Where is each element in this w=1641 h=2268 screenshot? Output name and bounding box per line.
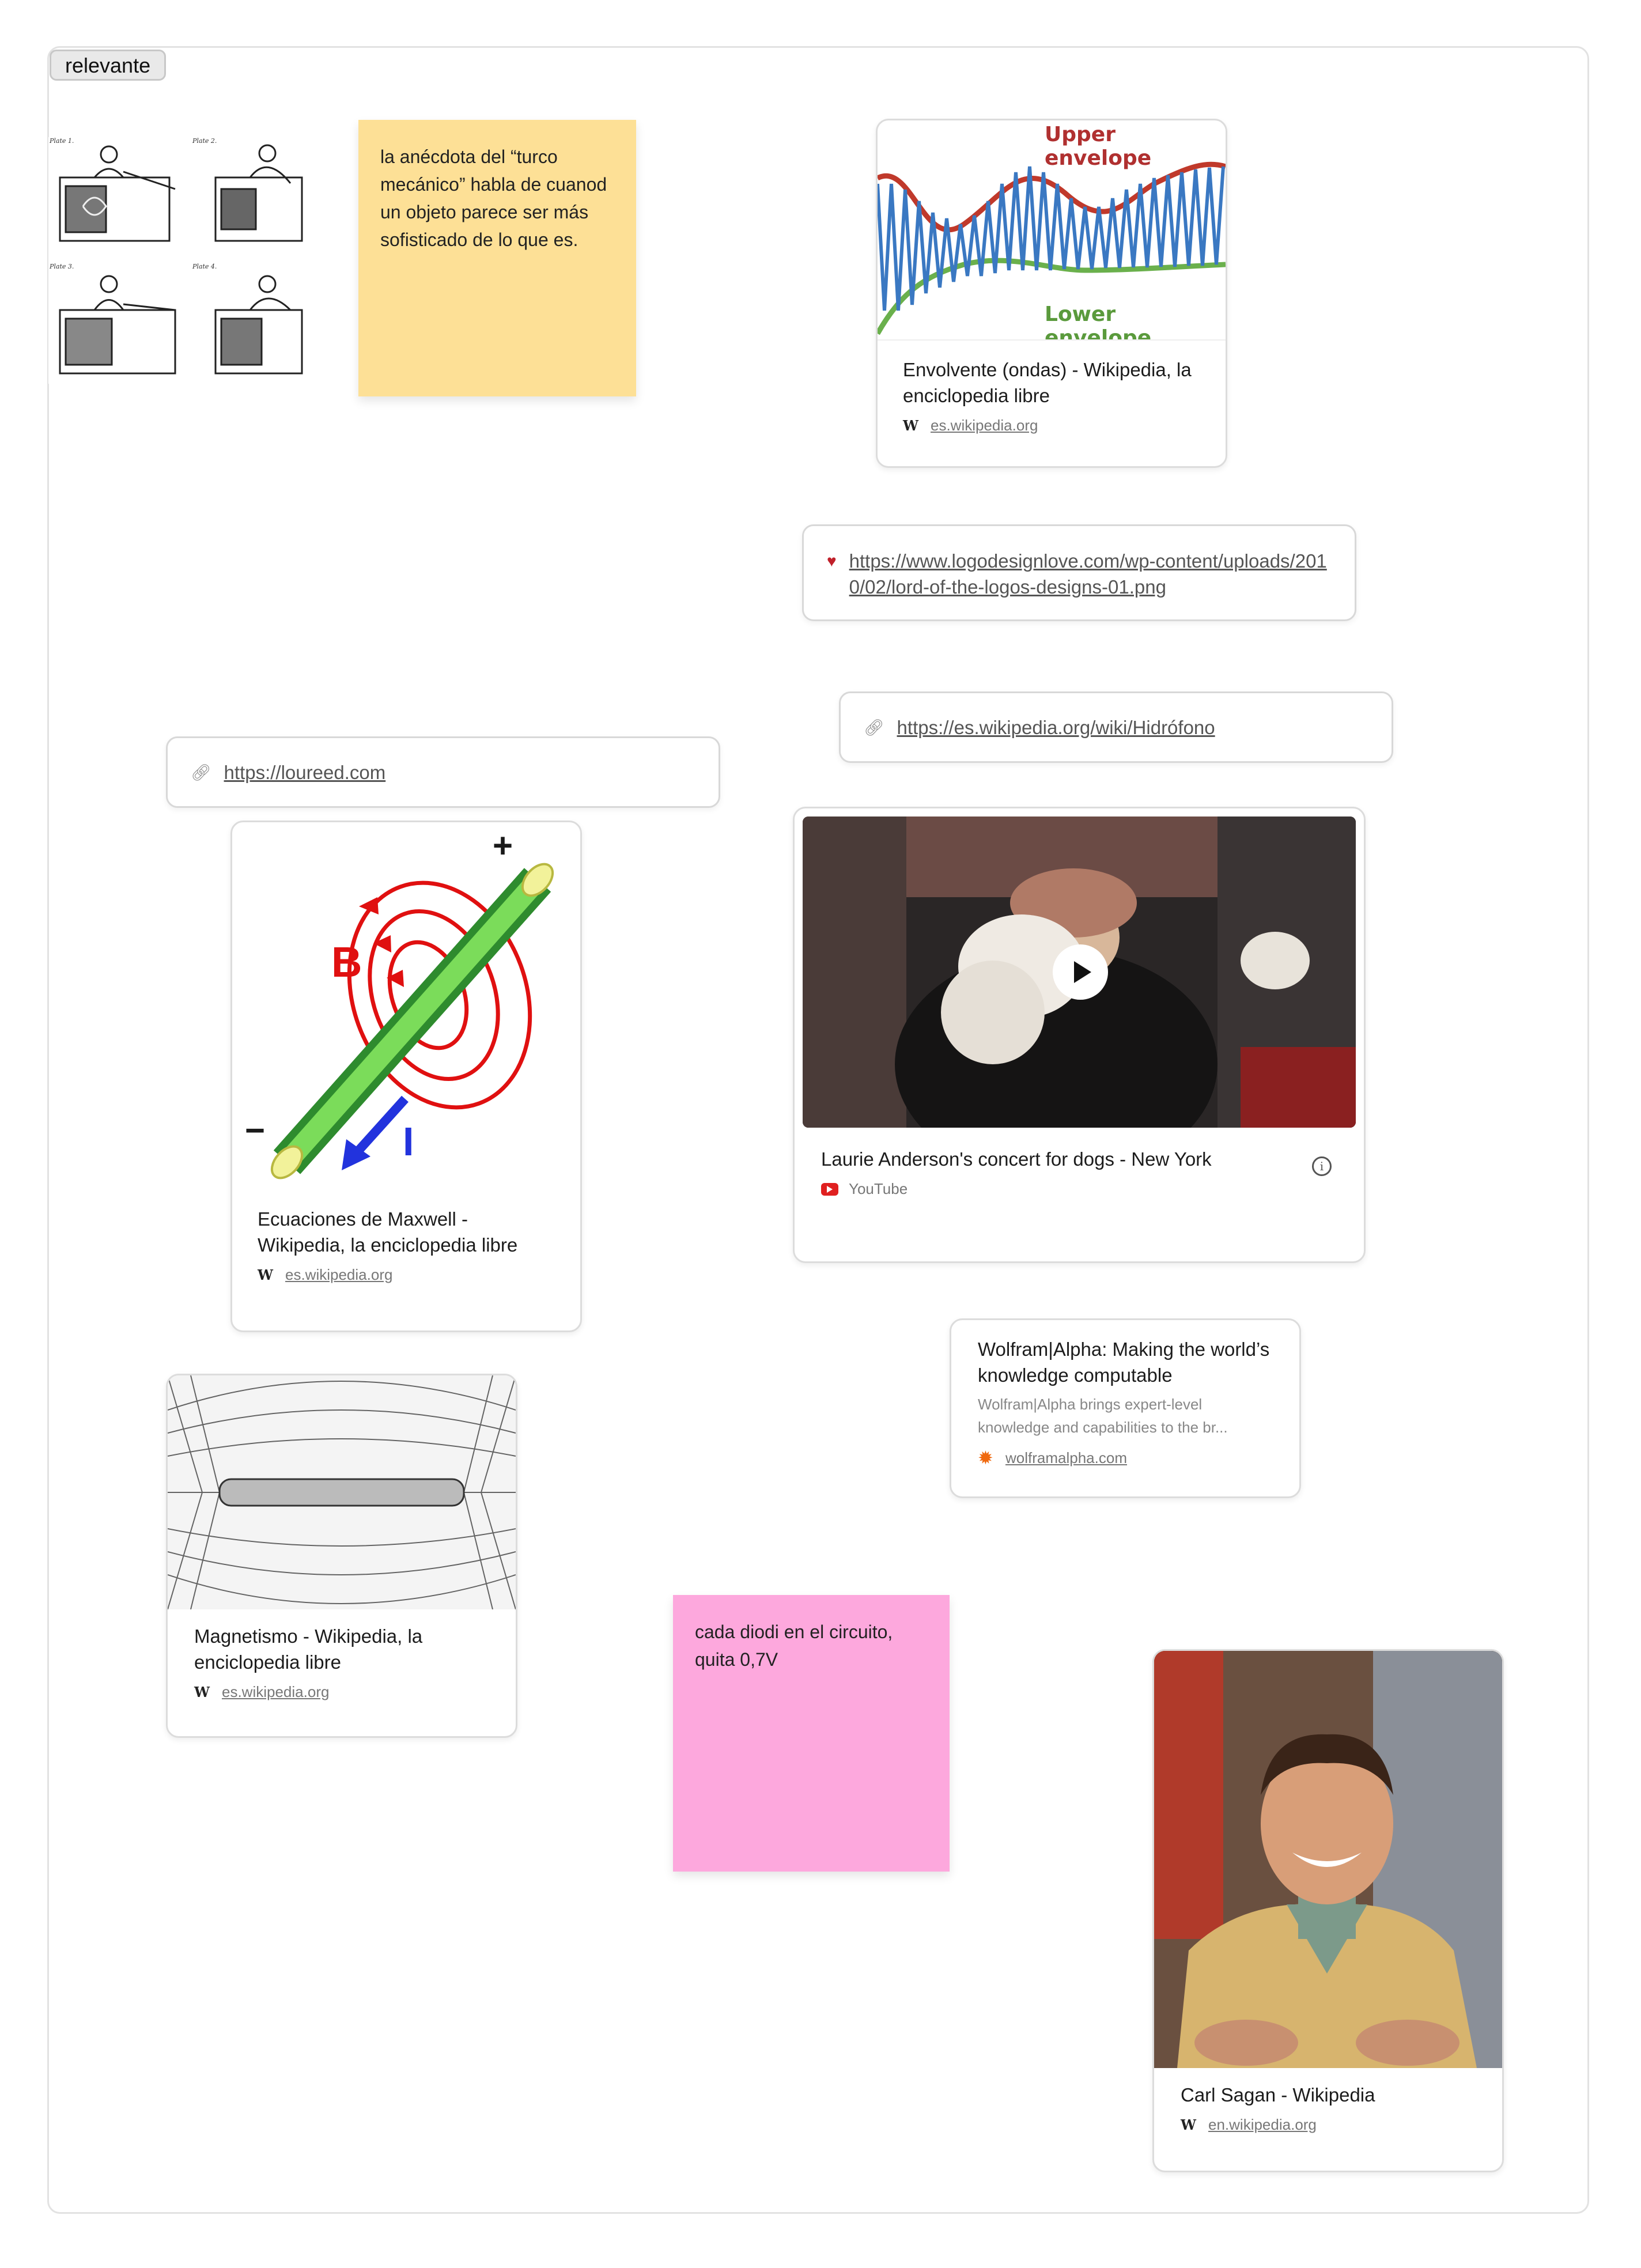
info-icon[interactable]: i (1312, 1156, 1332, 1176)
iron-filings (168, 1375, 516, 1609)
note-text: cada diodi en el circuito, quita 0,7V (695, 1621, 893, 1670)
frame-label[interactable]: relevante (50, 50, 167, 81)
link-url[interactable]: https://loureed.com (224, 759, 386, 785)
link-card-maxwell[interactable]: + − B I Ecuaciones de Maxwell - Wikipedi… (230, 821, 582, 1332)
card-source: W es.wikipedia.org (258, 1266, 555, 1284)
link-card-carl-sagan[interactable]: Carl Sagan - Wikipedia W en.wikipedia.or… (1152, 1649, 1504, 2172)
plate-label-1: Plate 1. (50, 137, 74, 145)
plate-label-3: Plate 3. (50, 263, 74, 270)
video-card-laurie-anderson[interactable]: Laurie Anderson's concert for dogs - New… (793, 807, 1366, 1263)
plus-label: + (493, 826, 513, 865)
wikipedia-icon: W (903, 417, 918, 434)
card-source: W es.wikipedia.org (903, 417, 1200, 434)
youtube-icon (821, 1182, 838, 1196)
source-name: YouTube (849, 1180, 908, 1197)
plate-label-4: Plate 4. (192, 263, 217, 270)
card-description: Wolfram|Alpha brings expert-level knowle… (978, 1396, 1228, 1436)
link-url[interactable]: https://es.wikipedia.org/wiki/Hidrófono (897, 715, 1215, 740)
b-field-label: B (331, 938, 362, 986)
wikipedia-icon: W (194, 1684, 210, 1700)
current-label: I (403, 1119, 414, 1164)
wikipedia-icon: W (258, 1267, 273, 1283)
link-card-magnetismo[interactable]: Magnetismo - Wikipedia, la enciclopedia … (166, 1374, 517, 1738)
portrait (1154, 1651, 1502, 2068)
card-source: ✹ wolframalpha.com (978, 1447, 1273, 1469)
card-title: Ecuaciones de Maxwell - Wikipedia, la en… (258, 1208, 518, 1256)
link-icon: 🔗︎ (864, 718, 884, 736)
link-card-loureed[interactable]: 🔗︎ https://loureed.com (166, 736, 720, 808)
lower-envelope-label: Lower envelope (1045, 303, 1152, 341)
source-url[interactable]: es.wikipedia.org (222, 1683, 329, 1701)
card-title: Wolfram|Alpha: Making the world’s knowle… (978, 1339, 1270, 1386)
card-source: W es.wikipedia.org (194, 1683, 489, 1701)
link-card-envolvente[interactable]: Upper envelope Lower envelope Envolvente… (876, 119, 1227, 468)
source-url[interactable]: en.wikipedia.org (1208, 2116, 1317, 2134)
envelope-image: Upper envelope Lower envelope (878, 120, 1226, 341)
card-source: YouTube (821, 1180, 1337, 1198)
source-url[interactable]: es.wikipedia.org (285, 1266, 392, 1284)
note-text: la anécdota del “turco mecánico” habla d… (380, 146, 607, 250)
source-url[interactable]: wolframalpha.com (1005, 1449, 1127, 1467)
plate-label-2: Plate 2. (192, 137, 217, 145)
sticky-note-turco[interactable]: la anécdota del “turco mecánico” habla d… (358, 120, 636, 396)
maxwell-image: + − B I (232, 822, 580, 1191)
link-card-wolfram[interactable]: Wolfram|Alpha: Making the world’s knowle… (950, 1318, 1301, 1498)
minus-label: − (245, 1111, 266, 1150)
card-title: Magnetismo - Wikipedia, la enciclopedia … (194, 1626, 423, 1673)
play-icon (1074, 961, 1091, 983)
link-card-hidrofono[interactable]: 🔗︎ https://es.wikipedia.org/wiki/Hidrófo… (839, 691, 1393, 763)
upper-envelope-label: Upper envelope (1045, 123, 1152, 170)
source-url[interactable]: es.wikipedia.org (931, 417, 1038, 434)
video-thumbnail[interactable] (803, 817, 1356, 1128)
card-title: Laurie Anderson's concert for dogs - New… (821, 1148, 1212, 1170)
card-source: W en.wikipedia.org (1181, 2116, 1476, 2134)
link-icon: 🔗︎ (191, 763, 211, 781)
card-title: Envolvente (ondas) - Wikipedia, la encic… (903, 359, 1192, 406)
sagan-photo (1154, 1651, 1502, 2068)
card-title: Carl Sagan - Wikipedia (1181, 2084, 1375, 2106)
link-card-logodesign[interactable]: ♥ https://www.logodesignlove.com/wp-cont… (802, 524, 1356, 621)
link-url[interactable]: https://www.logodesignlove.com/wp-conten… (849, 548, 1332, 600)
turk-illustration (59, 144, 303, 375)
wikipedia-icon: W (1181, 2116, 1196, 2133)
magnetism-image (168, 1375, 516, 1609)
turk-image[interactable]: Plate 1. Plate 2. Plate 3. Plate 4. (48, 137, 323, 384)
wolfram-icon: ✹ (978, 1447, 993, 1468)
play-button[interactable] (1053, 944, 1108, 1000)
heart-icon: ♥ (827, 552, 837, 570)
sticky-note-diodo[interactable]: cada diodi en el circuito, quita 0,7V (673, 1595, 950, 1872)
